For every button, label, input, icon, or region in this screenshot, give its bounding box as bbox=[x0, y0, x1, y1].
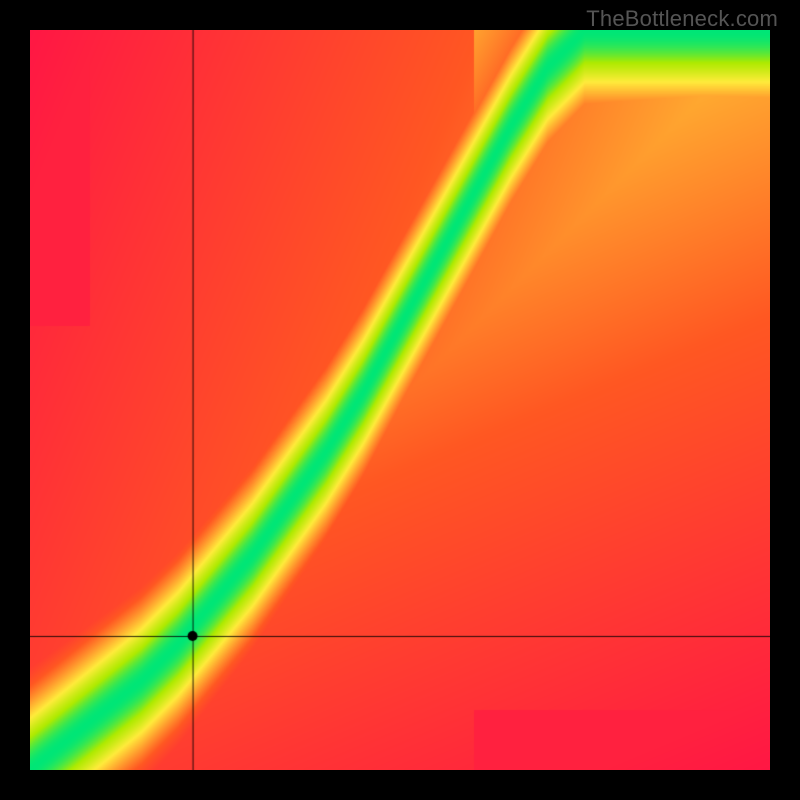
watermark-text: TheBottleneck.com bbox=[586, 6, 778, 32]
heatmap-canvas bbox=[30, 30, 770, 770]
chart-frame: TheBottleneck.com bbox=[0, 0, 800, 800]
